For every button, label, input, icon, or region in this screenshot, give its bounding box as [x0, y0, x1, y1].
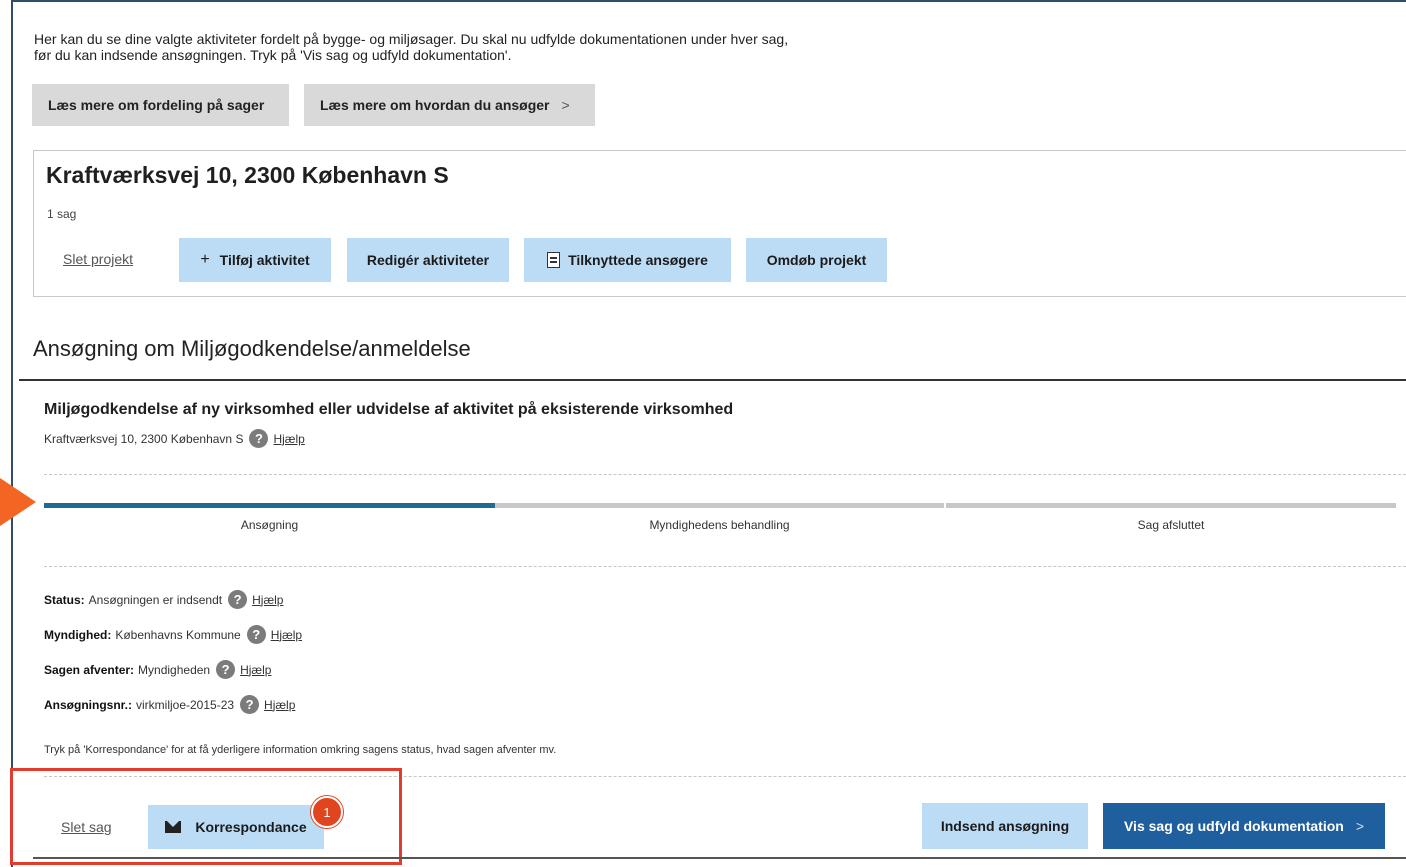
correspondence-note: Tryk på 'Korrespondance' for at få yderl…: [44, 744, 557, 756]
read-how-apply-label: Læs mere om hvordan du ansøger: [320, 97, 550, 113]
awaiting-row: Sagen afventer: Myndigheden ? Hjælp: [44, 660, 271, 679]
project-case-count: 1 sag: [47, 207, 77, 221]
read-distribution-button[interactable]: Læs mere om fordeling på sager: [32, 84, 289, 126]
progress-step-2-bar: [495, 503, 944, 508]
submit-application-label: Indsend ansøgning: [940, 818, 1070, 834]
section-divider: [19, 379, 1406, 381]
authority-row: Myndighed: Københavns Kommune ? Hjælp: [44, 625, 302, 644]
rename-project-button[interactable]: Omdøb projekt: [746, 238, 887, 282]
chevron-right-icon: >: [1355, 818, 1365, 834]
chevron-right-icon: >: [561, 97, 570, 113]
authority-label: Myndighed:: [44, 627, 112, 642]
dashed-divider: [44, 566, 1406, 567]
help-icon[interactable]: ?: [249, 429, 269, 448]
progress-step-3-label: Sag afsluttet: [1137, 518, 1205, 532]
status-label: Status:: [44, 592, 85, 607]
intro-line-2: før du kan indsende ansøgningen. Tryk på…: [34, 47, 512, 63]
help-link[interactable]: Hjælp: [271, 628, 302, 642]
application-number-row: Ansøgningsnr.: virkmiljoe-2015-23 ? Hjæl…: [44, 695, 295, 714]
progress-step-3-bar: [946, 503, 1396, 508]
submit-application-button[interactable]: Indsend ansøgning: [922, 803, 1088, 849]
applicants-button[interactable]: Tilknyttede ansøgere: [524, 238, 731, 282]
application-number-value: virkmiljoe-2015-23: [136, 697, 235, 712]
awaiting-value: Myndigheden: [138, 662, 211, 677]
status-value: Ansøgningen er indsendt: [88, 592, 223, 607]
pointer-arrow: [0, 478, 36, 526]
read-how-apply-button[interactable]: Læs mere om hvordan du ansøger >: [304, 84, 595, 126]
help-icon[interactable]: ?: [240, 695, 260, 714]
awaiting-label: Sagen afventer:: [44, 662, 135, 677]
read-distribution-label: Læs mere om fordeling på sager: [48, 97, 265, 113]
intro-text: Her kan du se dine valgte aktiviteter fo…: [34, 31, 994, 63]
delete-project-link[interactable]: Slet projekt: [63, 251, 133, 267]
step-badge: 1: [311, 796, 343, 828]
help-icon[interactable]: ?: [228, 590, 248, 609]
progress-step-2-label: Myndighedens behandling: [649, 518, 790, 532]
case-address-row: Kraftværksvej 10, 2300 København S ? Hjæ…: [44, 429, 305, 448]
project-card: Kraftværksvej 10, 2300 København S 1 sag…: [33, 150, 1406, 297]
dashed-divider: [44, 474, 1406, 475]
section-title: Ansøgning om Miljøgodkendelse/anmeldelse: [33, 336, 471, 361]
authority-value: Københavns Kommune: [115, 627, 241, 642]
plus-icon: +: [200, 251, 210, 268]
intro-line-1: Her kan du se dine valgte aktiviteter fo…: [34, 31, 789, 47]
edit-activities-label: Redigér aktiviteter: [366, 252, 490, 268]
help-link[interactable]: Hjælp: [273, 432, 304, 446]
bottom-divider: [33, 857, 1406, 859]
highlight-box: [10, 768, 402, 865]
document-icon: [547, 252, 561, 268]
progress-step-1-bar: [44, 503, 495, 508]
help-link[interactable]: Hjælp: [240, 663, 271, 677]
case-title: Miljøgodkendelse af ny virksomhed eller …: [44, 401, 734, 418]
help-link[interactable]: Hjælp: [264, 698, 295, 712]
help-icon[interactable]: ?: [246, 625, 266, 644]
view-case-label: Vis sag og udfyld dokumentation: [1123, 818, 1344, 834]
status-row: Status: Ansøgningen er indsendt ? Hjælp: [44, 590, 283, 609]
application-number-label: Ansøgningsnr.:: [44, 697, 132, 712]
add-activity-label: Tilføj aktivitet: [219, 252, 310, 268]
project-title: Kraftværksvej 10, 2300 København S: [46, 162, 449, 188]
progress-step-1-label: Ansøgning: [240, 518, 299, 532]
add-activity-button[interactable]: + Tilføj aktivitet: [179, 238, 331, 282]
view-case-button[interactable]: Vis sag og udfyld dokumentation >: [1103, 803, 1385, 849]
help-link[interactable]: Hjælp: [252, 593, 283, 607]
help-icon[interactable]: ?: [216, 660, 236, 679]
edit-activities-button[interactable]: Redigér aktiviteter: [347, 238, 509, 282]
rename-project-label: Omdøb projekt: [766, 252, 867, 268]
applicants-label: Tilknyttede ansøgere: [568, 252, 708, 268]
case-address: Kraftværksvej 10, 2300 København S: [44, 431, 244, 446]
